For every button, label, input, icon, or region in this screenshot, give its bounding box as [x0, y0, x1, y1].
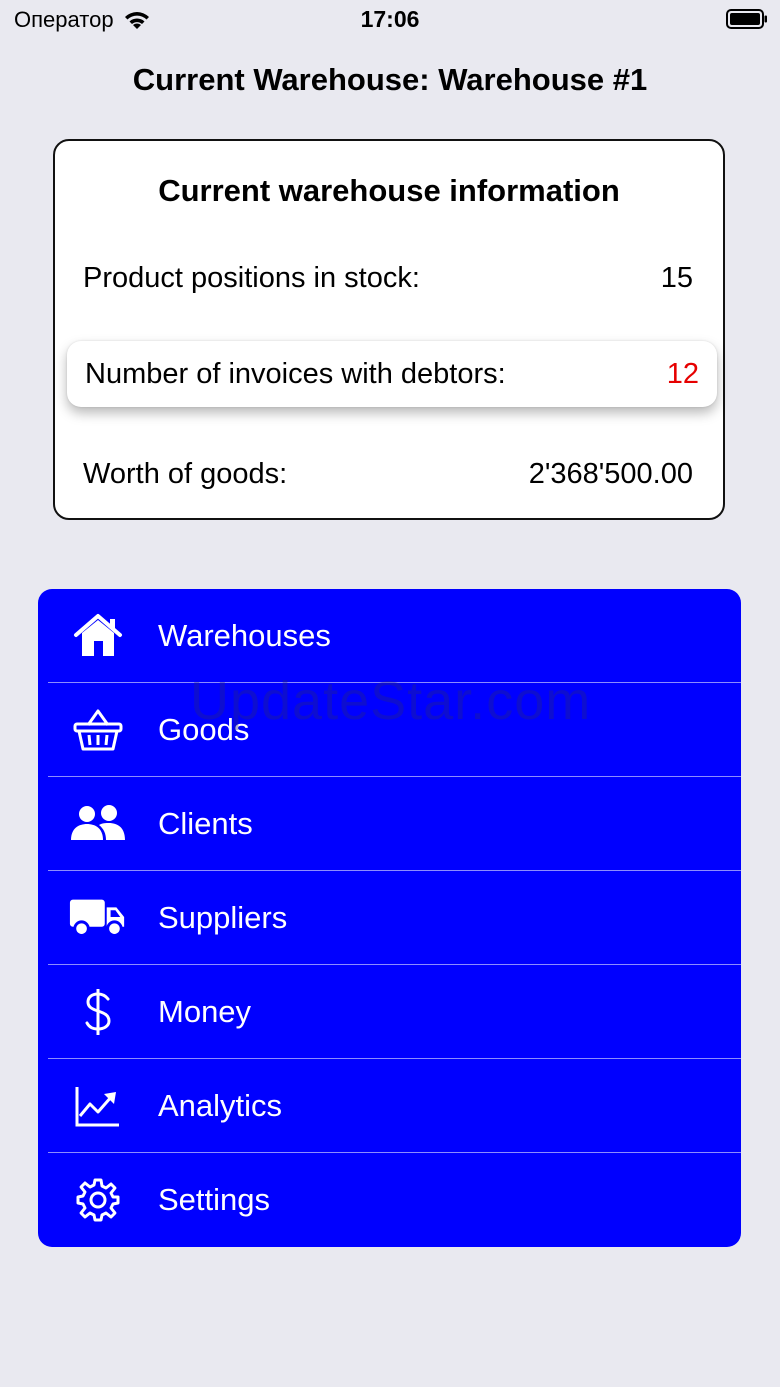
goods-worth-row: Worth of goods: 2'368'500.00 — [83, 454, 693, 494]
status-bar: Оператор 17:06 — [0, 0, 780, 40]
truck-icon — [68, 894, 128, 942]
menu-label-money: Money — [158, 994, 252, 1029]
menu-item-clients[interactable]: Clients — [38, 777, 741, 871]
goods-worth-value: 2'368'500.00 — [528, 457, 693, 490]
menu-label-settings: Settings — [158, 1182, 271, 1217]
menu-label-warehouses: Warehouses — [158, 618, 331, 653]
status-time: 17:06 — [360, 6, 420, 32]
menu-item-suppliers[interactable]: Suppliers — [38, 871, 741, 965]
stock-positions-value: 15 — [660, 261, 693, 294]
debtors-invoices-label: Number of invoices with debtors: — [85, 357, 506, 390]
battery-icon — [726, 9, 767, 29]
menu-item-money[interactable]: Money — [38, 965, 741, 1059]
gear-icon — [68, 1176, 128, 1224]
menu-label-clients: Clients — [158, 806, 253, 841]
people-icon — [68, 800, 128, 848]
menu-label-goods: Goods — [158, 712, 250, 747]
chart-icon — [68, 1082, 128, 1130]
menu-item-warehouses[interactable]: Warehouses — [38, 589, 741, 683]
basket-icon — [68, 706, 128, 754]
main-menu: Warehouses Goods Clients Suppliers Money… — [38, 589, 741, 1247]
menu-label-suppliers: Suppliers — [158, 900, 288, 935]
menu-item-goods[interactable]: Goods — [38, 683, 741, 777]
warehouse-info-card: Current warehouse information Product po… — [53, 139, 725, 520]
stock-positions-row: Product positions in stock: 15 — [83, 258, 693, 298]
card-title: Current warehouse information — [158, 173, 620, 208]
debtors-invoices-value: 12 — [666, 357, 699, 390]
house-icon — [68, 612, 128, 660]
menu-label-analytics: Analytics — [158, 1088, 283, 1123]
menu-item-analytics[interactable]: Analytics — [38, 1059, 741, 1153]
page-title: Current Warehouse: Warehouse #1 — [132, 62, 648, 97]
stock-positions-label: Product positions in stock: — [83, 261, 420, 294]
goods-worth-label: Worth of goods: — [83, 457, 288, 490]
dollar-icon — [68, 988, 128, 1036]
debtors-invoices-row[interactable]: Number of invoices with debtors: 12 — [67, 341, 717, 407]
menu-item-settings[interactable]: Settings — [38, 1153, 741, 1247]
